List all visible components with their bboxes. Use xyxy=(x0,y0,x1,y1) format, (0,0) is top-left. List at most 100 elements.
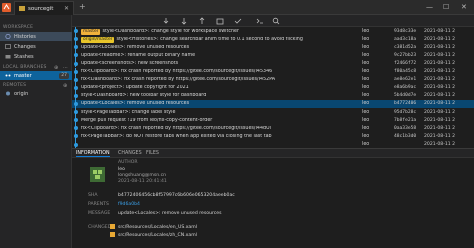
changed-file-row[interactable]: src/Resources/Locales/en_US.xaml xyxy=(110,224,197,230)
sha-value[interactable]: b4772406456cb8f57997c6b606e0653204aeeb0a… xyxy=(118,193,235,198)
stash-icon xyxy=(5,55,11,59)
commit-time: 2021-08-11 2 xyxy=(424,125,456,131)
commit-row[interactable]: update<screenshots>: new screenshots leo… xyxy=(72,59,474,68)
commit-sha: f80a45c8 xyxy=(394,69,417,74)
commit-message: fix<Clipboard>: fix crash reported by ht… xyxy=(81,69,273,74)
sidebar-item-stashes[interactable]: Stashes xyxy=(0,52,72,61)
commit-author: leo xyxy=(362,69,370,74)
commit-message: update<readme>: rename output binary nam… xyxy=(81,52,196,58)
commit-time: 2021-08-11 2 xyxy=(424,36,456,42)
commit-row[interactable]: fix<Clipboard>: fix crash reported by ht… xyxy=(72,67,474,76)
commit-row[interactable]: fix<Clipboard>: fix crash reported by ht… xyxy=(72,124,474,133)
author-name: leo xyxy=(118,167,125,172)
graph-node xyxy=(73,126,78,131)
tab-information[interactable]: INFORMATION xyxy=(76,151,110,157)
add-tab-button[interactable]: + xyxy=(79,3,86,11)
detail-tabs: INFORMATION CHANGES FILES xyxy=(72,149,474,158)
author-email[interactable]: longshuang@msn.cn xyxy=(118,173,166,178)
fetch-icon[interactable] xyxy=(162,17,170,25)
commit-list[interactable]: master style<Dashboard>: change style for… xyxy=(72,27,474,149)
commit-message: style<PageTabBar>: change label style xyxy=(81,109,176,115)
stash-save-icon[interactable] xyxy=(216,17,224,25)
commit-sha: 7b8fe21a xyxy=(394,117,417,123)
parents-value[interactable]: f9d6a0b4 xyxy=(118,202,140,207)
commit-sha: aad3c18a xyxy=(394,36,417,42)
sidebar-item-label: Histories xyxy=(14,34,36,40)
sidebar-item-remote-origin[interactable]: origin xyxy=(0,89,72,98)
commit-sha: 95d7b28c xyxy=(394,109,417,115)
commit-message: update<project>: update copyright for 20… xyxy=(81,85,189,91)
maximize-button[interactable]: ☐ xyxy=(443,3,449,11)
commit-message: update<Locales>: remove unused resources xyxy=(81,44,190,50)
commit-author: leo xyxy=(362,133,370,139)
sourcegit-logo-icon xyxy=(2,3,11,12)
remote-tag: origin/master xyxy=(81,36,115,43)
commit-author: leo xyxy=(362,109,370,115)
graph-node xyxy=(73,45,78,50)
sidebar-item-changes[interactable]: Changes xyxy=(0,42,72,51)
commit-time: 2021-08-11 2 xyxy=(424,52,456,58)
commit-row[interactable]: origin/master style<Histories>: change se… xyxy=(72,35,474,44)
repo-tab-label: sourcegit xyxy=(28,6,54,12)
sidebar: WORKSPACE Histories Changes Stashes LOCA… xyxy=(0,15,72,248)
window-close-button[interactable]: ✕ xyxy=(461,3,467,11)
commit-author: leo xyxy=(362,77,370,83)
graph-node xyxy=(73,77,78,82)
commit-row[interactable]: update<Locales>: remove unused resources… xyxy=(72,43,474,52)
commit-author: leo xyxy=(362,125,370,131)
pull-icon[interactable] xyxy=(180,17,188,25)
minimize-button[interactable]: — xyxy=(426,3,433,11)
commit-row[interactable]: update<readme>: rename output binary nam… xyxy=(72,51,474,60)
commit-time: 2021-08-11 2 xyxy=(424,44,456,50)
commit-row[interactable]: style<Dashboard>: new toolbar style for … xyxy=(72,91,474,100)
commit-sha: 5b4d0d7e xyxy=(394,93,417,99)
commit-author: leo xyxy=(362,85,370,91)
commit-row[interactable]: master style<Dashboard>: change style for… xyxy=(72,27,474,36)
local-branches-header: LOCAL BRANCHES xyxy=(3,65,47,70)
graph-node xyxy=(73,61,78,66)
commit-author: leo xyxy=(362,117,370,123)
graph-node xyxy=(73,118,78,123)
commit-row[interactable]: fix<Dashboard>: fix crash reported by ht… xyxy=(72,75,474,84)
changed-file-path: src/Resources/Locales/en_US.xaml xyxy=(118,225,197,230)
commit-author: leo xyxy=(362,101,370,107)
commit-row[interactable]: Merge pull request !19 from leo/fix-copy… xyxy=(72,116,474,125)
graph-node xyxy=(73,102,78,107)
commit-message: update<screenshots>: new screenshots xyxy=(81,60,179,66)
commit-time: 2021-08-11 2 xyxy=(424,101,456,107)
sidebar-item-branch-master[interactable]: master 27 xyxy=(0,71,72,80)
close-tab-icon[interactable]: ✕ xyxy=(64,5,69,12)
commit-message: update<Locales>: remove unused resources xyxy=(81,101,190,107)
apply-icon[interactable] xyxy=(234,17,242,25)
branch-ahead-count: 27 xyxy=(59,73,69,79)
branch-icon xyxy=(5,74,11,77)
commit-time: 2021-08-11 2 xyxy=(424,69,456,74)
commit-sha: f2466f72 xyxy=(394,60,417,66)
branch-label: master xyxy=(14,73,32,79)
repo-tab[interactable]: sourcegit ✕ xyxy=(14,1,74,15)
commit-row[interactable]: update<project>: update copyright for 20… xyxy=(72,83,474,92)
search-icon[interactable] xyxy=(272,17,280,25)
changed-label: CHANGED xyxy=(88,225,112,230)
graph-node xyxy=(73,110,78,115)
commit-time: 2021-08-11 2 xyxy=(424,77,456,83)
sidebar-item-histories[interactable]: Histories xyxy=(0,32,72,41)
terminal-icon[interactable] xyxy=(256,17,264,25)
tab-files[interactable]: FILES xyxy=(146,151,159,156)
commit-author: leo xyxy=(362,141,370,147)
title-bar: sourcegit ✕ + — ☐ ✕ xyxy=(0,0,474,15)
tab-changes[interactable]: CHANGES xyxy=(118,151,142,156)
sidebar-item-label: Stashes xyxy=(14,54,34,60)
changed-file-row[interactable]: src/Resources/Locales/zh_CN.xaml xyxy=(110,232,197,238)
graph-node xyxy=(73,37,78,42)
history-icon xyxy=(5,34,11,39)
graph-node xyxy=(73,85,78,90)
commit-author: leo xyxy=(362,52,370,58)
author-time: 2021-08-11 20:41:41 xyxy=(118,179,167,184)
commit-sha: e8a6b9ac xyxy=(394,85,417,91)
sidebar-item-label: Changes xyxy=(14,44,36,50)
commit-row[interactable]: style<PageTabBar>: change label style le… xyxy=(72,108,474,117)
commit-row-selected[interactable]: update<Locales>: remove unused resources… xyxy=(72,99,474,108)
push-icon[interactable] xyxy=(198,17,206,25)
commit-row[interactable]: fix<PageTabBar>: do NOT restore tabs whe… xyxy=(72,132,474,141)
